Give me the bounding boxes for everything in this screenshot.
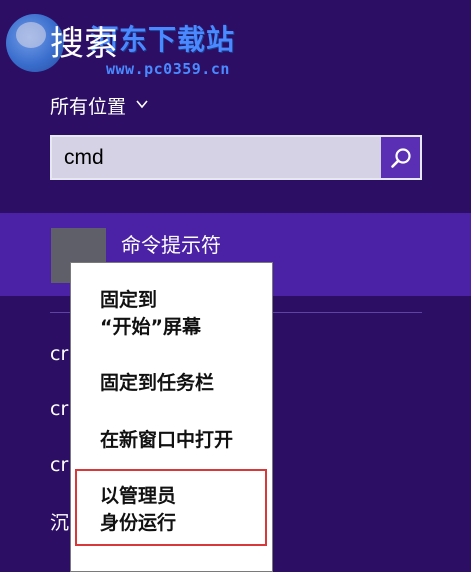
menu-item-label: 以管理员 [100,485,177,507]
search-icon [390,147,411,168]
menu-item-pin-to-start[interactable]: 固定到 “开始”屏幕 [100,287,201,341]
watermark-url: www.pc0359.cn [106,60,230,78]
menu-item-open-new-window[interactable]: 在新窗口中打开 [100,427,233,454]
search-input[interactable] [52,137,381,178]
menu-item-run-as-admin[interactable]: 以管理员 身份运行 [100,483,176,537]
menu-item-label: “开始”屏幕 [100,316,201,338]
result-item[interactable]: 沉 [50,508,69,535]
result-item[interactable]: cr [50,343,68,365]
result-item[interactable]: cr [50,454,68,476]
search-scope-dropdown[interactable]: 所有位置 [50,92,148,119]
page-title: 搜索 [50,24,118,64]
search-scope-label: 所有位置 [50,96,127,118]
watermark: 河东下载站 www.pc0359.cn [6,12,246,82]
menu-item-label: 身份运行 [100,512,177,534]
chevron-down-icon [136,99,148,108]
context-menu: 固定到 “开始”屏幕 固定到任务栏 在新窗口中打开 以管理员 身份运行 [70,262,273,572]
menu-item-label: 固定到 [100,289,158,311]
result-item[interactable]: cr [50,398,68,420]
menu-item-pin-to-taskbar[interactable]: 固定到任务栏 [100,370,214,397]
search-button[interactable] [381,137,420,178]
result-label: 命令提示符 [121,233,221,257]
search-box [50,135,422,180]
